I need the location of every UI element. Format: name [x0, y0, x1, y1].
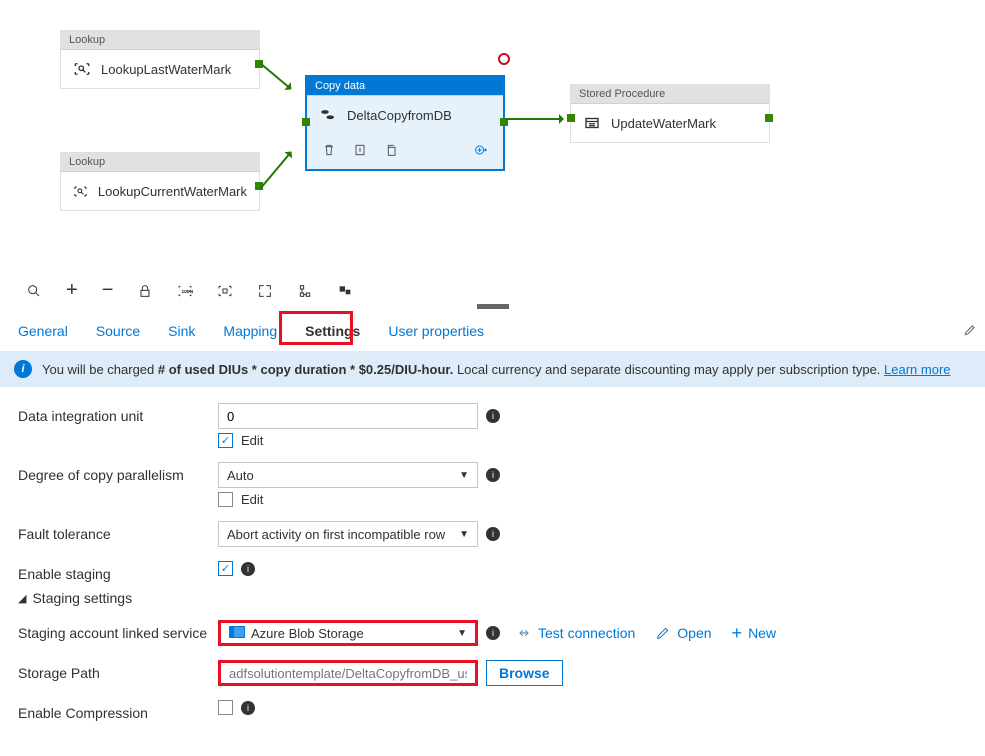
fault-tolerance-select[interactable]: Abort activity on first incompatible row…: [218, 521, 478, 547]
tab-general[interactable]: General: [18, 319, 68, 343]
node-type-label: Stored Procedure: [571, 85, 769, 104]
info-icon: i: [14, 360, 32, 378]
node-label: LookupCurrentWaterMark: [98, 184, 247, 199]
settings-form: Data integration unit i ✓ Edit Degree of…: [0, 387, 985, 751]
label-enable-staging: Enable staging: [18, 561, 218, 582]
lookup-icon: [73, 60, 91, 78]
tab-mapping[interactable]: Mapping: [223, 319, 277, 343]
help-icon[interactable]: i: [241, 562, 255, 576]
chevron-down-icon: ▼: [457, 628, 467, 639]
test-connection-button[interactable]: Test connection: [516, 625, 635, 641]
copy-icon[interactable]: [383, 142, 399, 161]
label-storage-path: Storage Path: [18, 660, 218, 681]
help-icon[interactable]: i: [241, 701, 255, 715]
label-enable-compression: Enable Compression: [18, 700, 218, 721]
tab-bar: General Source Sink Mapping Settings Use…: [0, 309, 985, 351]
fullscreen-icon[interactable]: [257, 283, 273, 299]
node-copy-data[interactable]: Copy data DeltaCopyfromDB: [305, 75, 505, 171]
diu-input[interactable]: [218, 403, 478, 429]
pricing-banner: i You will be charged # of used DIUs * c…: [0, 351, 985, 387]
delete-icon[interactable]: [321, 142, 337, 161]
help-icon[interactable]: i: [486, 409, 500, 423]
tab-user-properties[interactable]: User properties: [388, 319, 484, 343]
canvas-toolbar: + − 100%: [0, 275, 985, 306]
label-fault-tolerance: Fault tolerance: [18, 521, 218, 542]
new-button[interactable]: + New: [732, 623, 777, 644]
tab-source[interactable]: Source: [96, 319, 140, 343]
chevron-down-icon: ▼: [459, 529, 469, 540]
node-type-label: Lookup: [61, 153, 259, 172]
browse-button[interactable]: Browse: [486, 660, 563, 686]
help-icon[interactable]: i: [486, 626, 500, 640]
zoom-in-icon[interactable]: +: [66, 279, 78, 302]
diu-edit-checkbox[interactable]: ✓: [218, 433, 233, 448]
connector: [259, 62, 291, 89]
label-parallelism: Degree of copy parallelism: [18, 462, 218, 483]
linked-service-select[interactable]: Azure Blob Storage ▼: [218, 620, 478, 646]
collapse-icon: ◢: [18, 592, 26, 605]
minimap-icon[interactable]: [337, 283, 353, 299]
enable-compression-checkbox[interactable]: [218, 700, 233, 715]
tab-sink[interactable]: Sink: [168, 319, 195, 343]
node-lookup-last-watermark[interactable]: Lookup LookupLastWaterMark: [60, 30, 260, 89]
node-stored-procedure[interactable]: Stored Procedure UpdateWaterMark: [570, 84, 770, 143]
stored-procedure-icon: [583, 114, 601, 132]
storage-path-input[interactable]: [218, 660, 478, 686]
edit-pencil-icon[interactable]: [963, 323, 977, 340]
node-type-label: Lookup: [61, 31, 259, 50]
validation-error-icon: [498, 53, 510, 65]
edit-label: Edit: [241, 492, 263, 507]
banner-text: You will be charged # of used DIUs * cop…: [42, 362, 951, 377]
open-button[interactable]: Open: [655, 625, 711, 641]
label-diu: Data integration unit: [18, 403, 218, 424]
learn-more-link[interactable]: Learn more: [884, 362, 950, 377]
help-icon[interactable]: i: [486, 468, 500, 482]
svg-text:100%: 100%: [182, 289, 193, 294]
pipeline-canvas[interactable]: Lookup LookupLastWaterMark Lookup Lookup…: [0, 0, 985, 275]
enable-staging-checkbox[interactable]: ✓: [218, 561, 233, 576]
database-icon: [319, 106, 337, 124]
search-icon[interactable]: [26, 283, 42, 299]
connector: [259, 152, 291, 190]
connector: [505, 118, 563, 120]
node-lookup-current-watermark[interactable]: Lookup LookupCurrentWaterMark: [60, 152, 260, 211]
blob-storage-icon: [229, 626, 245, 638]
lock-icon[interactable]: [137, 283, 153, 299]
info-icon[interactable]: [352, 142, 368, 161]
edit-label: Edit: [241, 433, 263, 448]
zoom-100-icon[interactable]: 100%: [177, 283, 193, 299]
zoom-out-icon[interactable]: −: [102, 279, 114, 302]
parallelism-select[interactable]: Auto▼: [218, 462, 478, 488]
layout-icon[interactable]: [297, 283, 313, 299]
node-label: UpdateWaterMark: [611, 116, 716, 131]
node-type-label: Copy data: [307, 77, 503, 96]
parallelism-edit-checkbox[interactable]: [218, 492, 233, 507]
chevron-down-icon: ▼: [459, 470, 469, 481]
help-icon[interactable]: i: [486, 527, 500, 541]
add-activity-icon[interactable]: [473, 142, 489, 161]
label-linked-service: Staging account linked service: [18, 620, 218, 641]
staging-settings-header[interactable]: ◢ Staging settings: [18, 590, 967, 606]
highlight-box: [279, 311, 353, 345]
node-label: DeltaCopyfromDB: [347, 108, 452, 123]
lookup-icon: [73, 182, 88, 200]
node-label: LookupLastWaterMark: [101, 62, 231, 77]
fit-screen-icon[interactable]: [217, 283, 233, 299]
